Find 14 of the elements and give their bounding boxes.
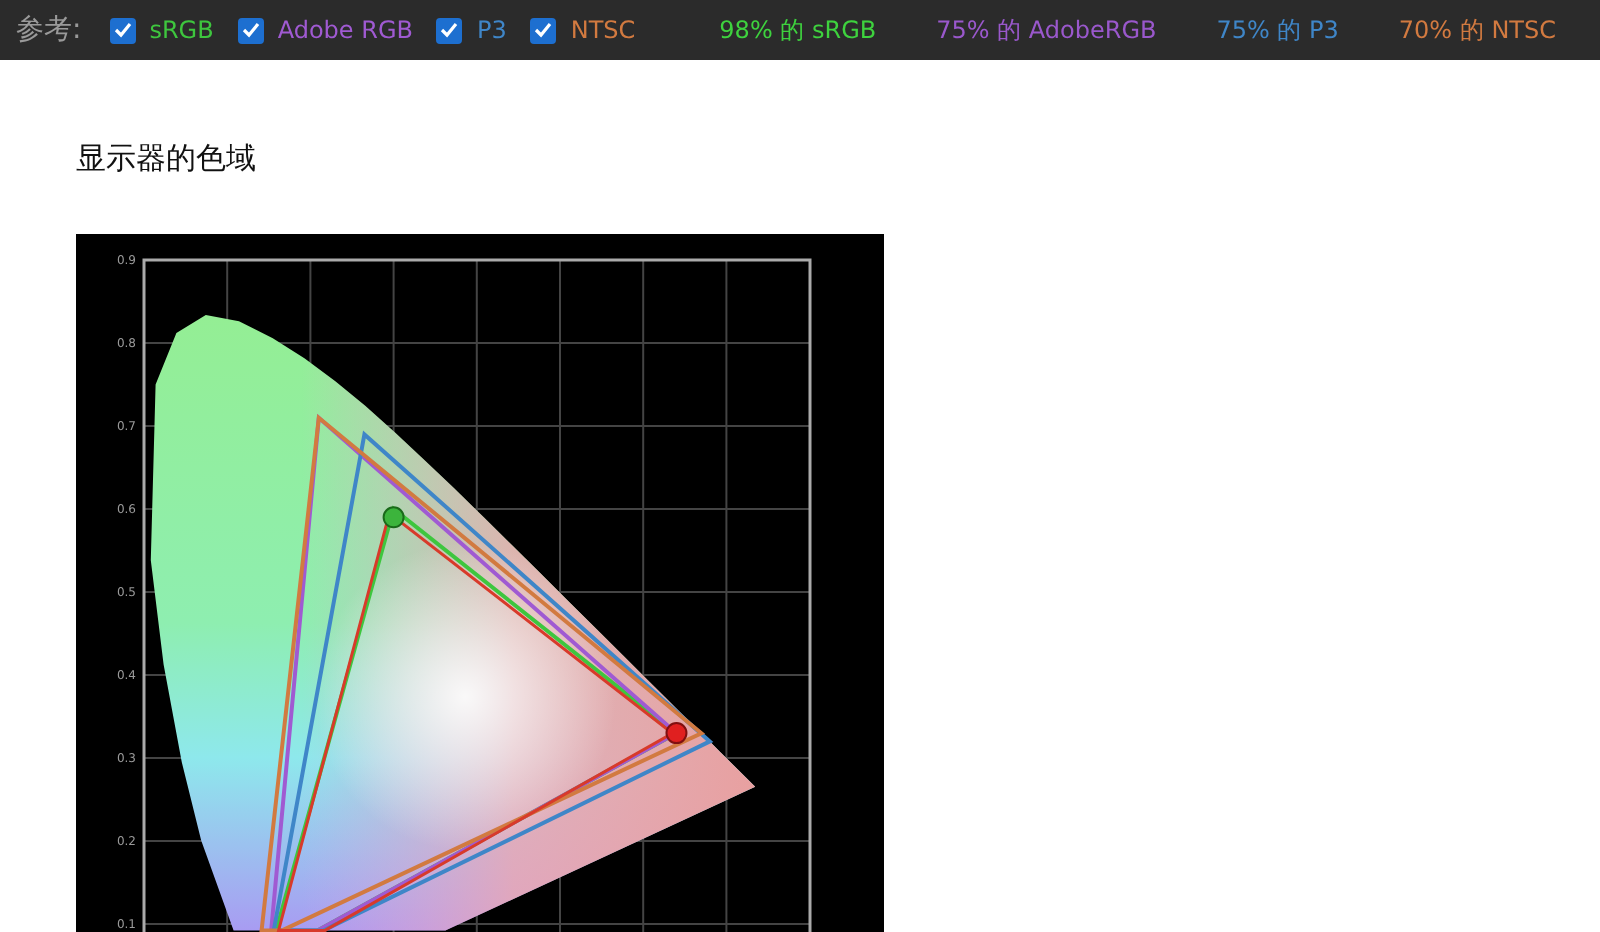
reference-name: P3 bbox=[476, 16, 507, 44]
checkbox[interactable] bbox=[237, 17, 264, 43]
section-title: 显示器的色域 bbox=[76, 140, 258, 176]
coverage-value: 70% 的 NTSC bbox=[1398, 13, 1557, 47]
reference-name: Adobe RGB bbox=[277, 16, 413, 44]
coverage-value: 98% 的 sRGB bbox=[719, 13, 877, 47]
checkbox[interactable] bbox=[530, 17, 557, 43]
checkbox[interactable] bbox=[109, 17, 136, 43]
reference-label: 参考: bbox=[16, 12, 82, 48]
reference-name: NTSC bbox=[570, 16, 636, 44]
coverage-value: 75% 的 P3 bbox=[1216, 13, 1339, 47]
coverage-value: 75% 的 AdobeRGB bbox=[936, 13, 1157, 47]
reference-name: sRGB bbox=[149, 16, 214, 44]
checkbox[interactable] bbox=[436, 17, 463, 43]
